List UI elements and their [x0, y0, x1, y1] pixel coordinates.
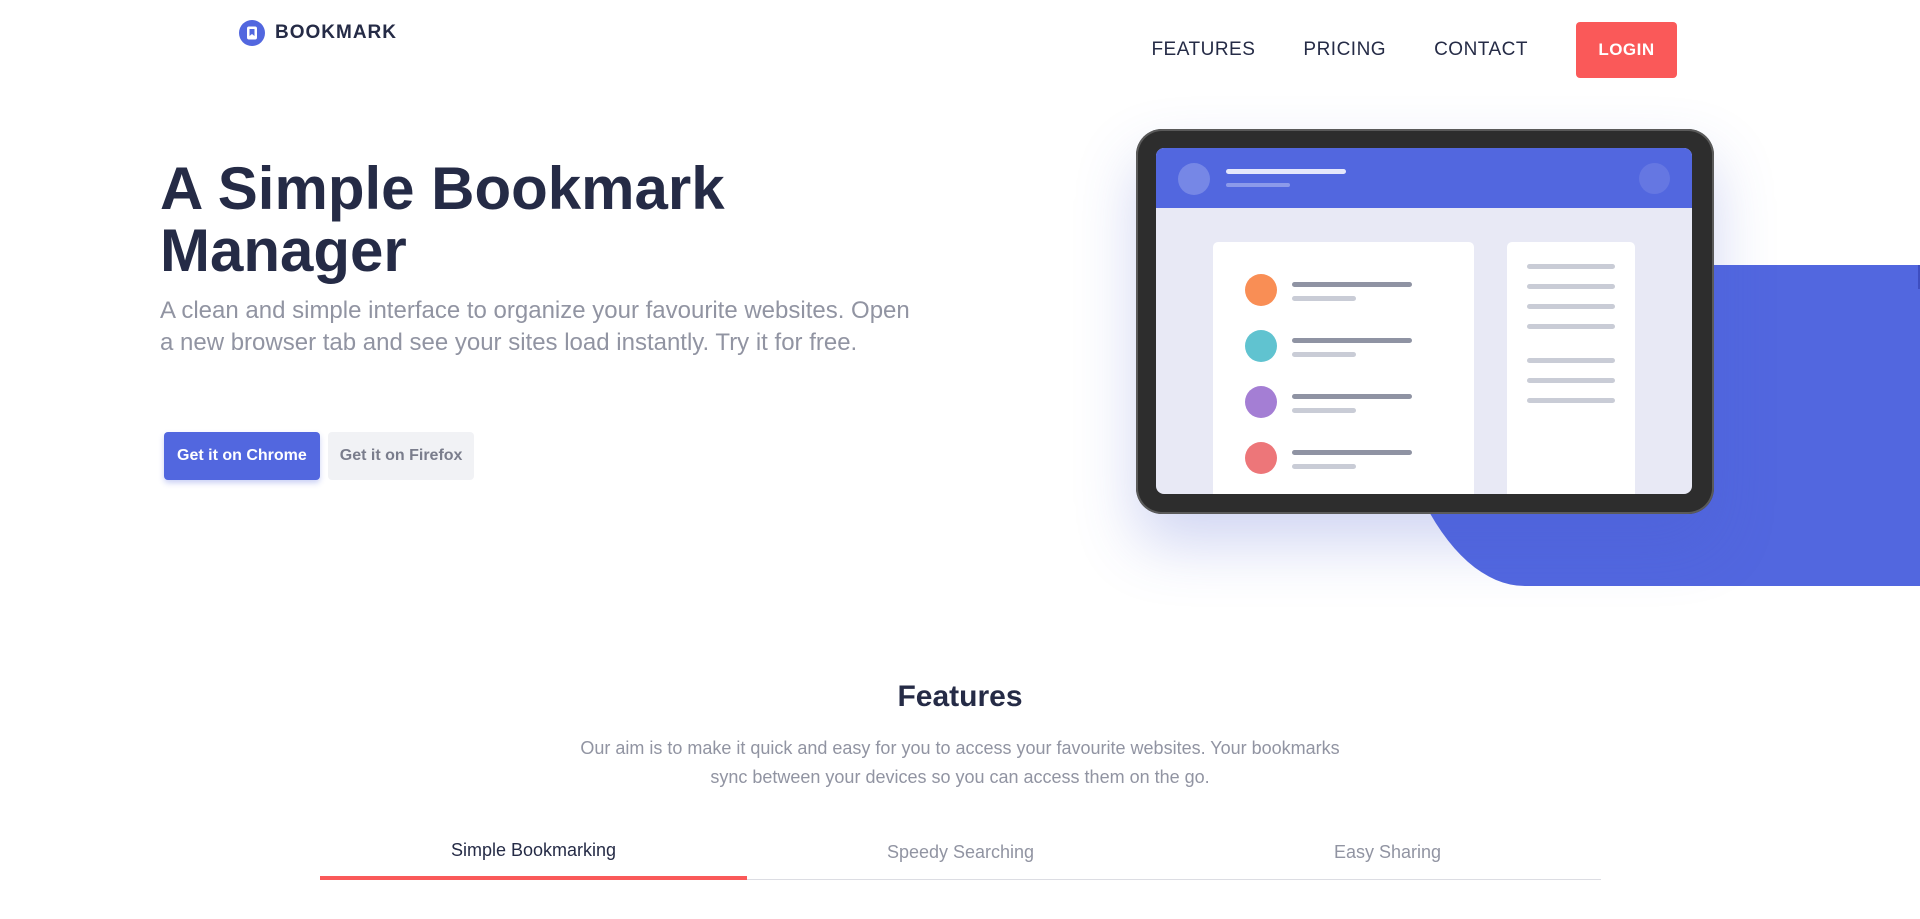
- tablet-screen: [1156, 148, 1692, 494]
- tablet-title-line: [1226, 169, 1346, 174]
- list-item: [1245, 442, 1445, 476]
- hero-title: A Simple Bookmark Manager: [160, 155, 725, 284]
- bookmark-dot: [1245, 386, 1277, 418]
- bookmark-dot: [1245, 274, 1277, 306]
- login-button[interactable]: LOGIN: [1576, 22, 1677, 78]
- hero-cta-group: Get it on Chrome Get it on Firefox: [164, 432, 475, 480]
- list-item: [1245, 274, 1445, 308]
- tablet-avatar: [1178, 163, 1210, 195]
- list-item-subline: [1292, 464, 1356, 469]
- tablet-bookmark-list: [1213, 242, 1474, 494]
- list-item-subline: [1292, 408, 1356, 413]
- side-line: [1527, 324, 1615, 329]
- list-item-line: [1292, 394, 1412, 399]
- side-line: [1527, 264, 1615, 269]
- features-heading: Features: [897, 680, 1023, 713]
- list-item-line: [1292, 338, 1412, 343]
- tablet-side-panel: [1507, 242, 1635, 494]
- tab-speedy-searching[interactable]: Speedy Searching: [747, 830, 1174, 879]
- brand-logo[interactable]: BOOKMARK: [239, 20, 397, 46]
- nav-contact[interactable]: CONTACT: [1434, 39, 1528, 61]
- brand-name: BOOKMARK: [275, 22, 397, 43]
- tablet-menu-dot: [1639, 163, 1670, 194]
- firefox-download-button[interactable]: Get it on Firefox: [327, 432, 475, 480]
- tablet-app-bar: [1156, 148, 1692, 208]
- tab-simple-bookmarking[interactable]: Simple Bookmarking: [320, 830, 747, 880]
- hero-description: A clean and simple interface to organize…: [160, 297, 910, 356]
- tab-easy-sharing[interactable]: Easy Sharing: [1174, 830, 1601, 879]
- list-item: [1245, 330, 1445, 364]
- list-item-line: [1292, 450, 1412, 455]
- side-line: [1527, 284, 1615, 289]
- list-item-subline: [1292, 352, 1356, 357]
- list-item-subline: [1292, 296, 1356, 301]
- list-item-line: [1292, 282, 1412, 287]
- features-tabs: Simple Bookmarking Speedy Searching Easy…: [320, 830, 1601, 880]
- bookmark-logo-icon: [239, 20, 265, 46]
- nav-features[interactable]: FEATURES: [1151, 39, 1255, 61]
- landing-page: BOOKMARK FEATURES PRICING CONTACT LOGIN …: [0, 0, 1920, 919]
- main-nav: FEATURES PRICING CONTACT LOGIN: [1151, 22, 1677, 78]
- features-description: Our aim is to make it quick and easy for…: [580, 738, 1340, 787]
- side-line: [1527, 378, 1615, 383]
- tablet-subtitle-line: [1226, 183, 1290, 187]
- side-line: [1527, 398, 1615, 403]
- chrome-download-button[interactable]: Get it on Chrome: [164, 432, 320, 480]
- side-line: [1527, 304, 1615, 309]
- bookmark-dot: [1245, 442, 1277, 474]
- bookmark-dot: [1245, 330, 1277, 362]
- list-item: [1245, 386, 1445, 420]
- hero-tablet-illustration: [1136, 129, 1714, 514]
- side-line: [1527, 358, 1615, 363]
- nav-pricing[interactable]: PRICING: [1303, 39, 1386, 61]
